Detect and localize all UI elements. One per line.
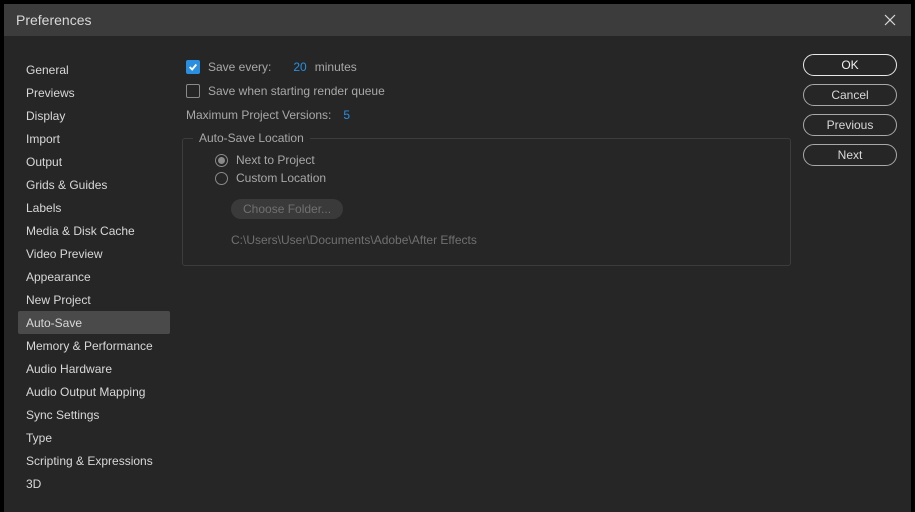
check-icon [188, 62, 198, 72]
location-radio-group: Next to Project Custom Location [199, 153, 774, 185]
sidebar-item-type[interactable]: Type [18, 426, 170, 449]
radio-custom-location-label: Custom Location [236, 171, 326, 185]
titlebar: Preferences [4, 4, 911, 36]
sidebar-item-video-preview[interactable]: Video Preview [18, 242, 170, 265]
save-on-render-checkbox[interactable] [186, 84, 200, 98]
window-title: Preferences [16, 12, 91, 28]
sidebar-item-media-disk-cache[interactable]: Media & Disk Cache [18, 219, 170, 242]
sidebar-item-new-project[interactable]: New Project [18, 288, 170, 311]
save-every-label: Save every: [208, 60, 271, 74]
sidebar-item-display[interactable]: Display [18, 104, 170, 127]
cancel-button[interactable]: Cancel [803, 84, 897, 106]
save-every-row: Save every: 20 minutes [182, 60, 791, 74]
sidebar-item-grids-guides[interactable]: Grids & Guides [18, 173, 170, 196]
sidebar-item-scripting-expressions[interactable]: Scripting & Expressions [18, 449, 170, 472]
max-versions-label: Maximum Project Versions: [186, 108, 331, 122]
save-on-render-row: Save when starting render queue [182, 84, 791, 98]
radio-custom-location-row[interactable]: Custom Location [215, 171, 774, 185]
next-button[interactable]: Next [803, 144, 897, 166]
save-every-unit: minutes [315, 60, 357, 74]
sidebar-item-general[interactable]: General [18, 58, 170, 81]
main-panel: Save every: 20 minutes Save when startin… [182, 54, 791, 498]
sidebar-item-labels[interactable]: Labels [18, 196, 170, 219]
choose-folder-button: Choose Folder... [231, 199, 343, 219]
save-every-value[interactable]: 20 [293, 60, 306, 74]
radio-next-to-project-label: Next to Project [236, 153, 315, 167]
sidebar: GeneralPreviewsDisplayImportOutputGrids … [18, 54, 170, 498]
radio-next-to-project-row[interactable]: Next to Project [215, 153, 774, 167]
previous-button[interactable]: Previous [803, 114, 897, 136]
sidebar-item-appearance[interactable]: Appearance [18, 265, 170, 288]
close-icon [884, 14, 896, 26]
preferences-window: Preferences GeneralPreviewsDisplayImport… [4, 4, 911, 512]
autosave-path: C:\Users\User\Documents\Adobe\After Effe… [231, 233, 774, 247]
radio-next-to-project[interactable] [215, 154, 228, 167]
save-on-render-label: Save when starting render queue [208, 84, 385, 98]
sidebar-item-audio-output-mapping[interactable]: Audio Output Mapping [18, 380, 170, 403]
close-button[interactable] [881, 11, 899, 29]
max-versions-value[interactable]: 5 [343, 108, 350, 122]
action-buttons: OK Cancel Previous Next [803, 54, 897, 498]
sidebar-item-import[interactable]: Import [18, 127, 170, 150]
sidebar-item-audio-hardware[interactable]: Audio Hardware [18, 357, 170, 380]
autosave-location-fieldset: Auto-Save Location Next to Project Custo… [182, 138, 791, 266]
autosave-location-legend: Auto-Save Location [193, 131, 310, 145]
sidebar-item-3d[interactable]: 3D [18, 472, 170, 495]
max-versions-row: Maximum Project Versions: 5 [182, 108, 791, 122]
sidebar-item-output[interactable]: Output [18, 150, 170, 173]
ok-button[interactable]: OK [803, 54, 897, 76]
sidebar-item-previews[interactable]: Previews [18, 81, 170, 104]
save-every-checkbox[interactable] [186, 60, 200, 74]
sidebar-item-sync-settings[interactable]: Sync Settings [18, 403, 170, 426]
radio-custom-location[interactable] [215, 172, 228, 185]
sidebar-item-auto-save[interactable]: Auto-Save [18, 311, 170, 334]
window-body: GeneralPreviewsDisplayImportOutputGrids … [4, 36, 911, 512]
sidebar-item-memory-performance[interactable]: Memory & Performance [18, 334, 170, 357]
